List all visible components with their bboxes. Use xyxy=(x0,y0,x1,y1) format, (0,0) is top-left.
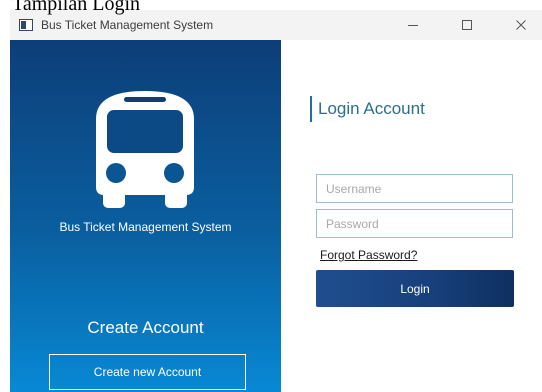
login-heading: Login Account xyxy=(318,99,425,118)
maximize-button[interactable] xyxy=(444,10,490,40)
username-input[interactable] xyxy=(316,174,513,203)
heading-accent-bar xyxy=(310,96,312,122)
maximize-icon xyxy=(462,20,472,30)
minimize-button[interactable] xyxy=(390,10,436,40)
document-caption: Tampilan Login xyxy=(12,0,141,15)
app-window: Bus Ticket Management System Bus Ticket … xyxy=(10,10,542,392)
create-new-account-button[interactable]: Create new Account xyxy=(49,354,246,390)
window-title: Bus Ticket Management System xyxy=(41,18,214,32)
create-account-heading: Create Account xyxy=(87,318,204,337)
left-panel: Bus Ticket Management System Create Acco… xyxy=(10,40,281,392)
minimize-icon xyxy=(408,25,418,26)
forgot-password-link[interactable]: Forgot Password? xyxy=(320,248,417,262)
app-window-icon xyxy=(19,19,33,31)
login-heading-group: Login Account xyxy=(310,96,425,122)
left-app-name: Bus Ticket Management System xyxy=(59,220,232,234)
close-button[interactable] xyxy=(498,10,542,40)
login-button[interactable]: Login xyxy=(316,270,514,307)
password-input[interactable] xyxy=(316,209,513,238)
close-icon xyxy=(516,20,526,30)
bus-icon xyxy=(96,91,194,208)
